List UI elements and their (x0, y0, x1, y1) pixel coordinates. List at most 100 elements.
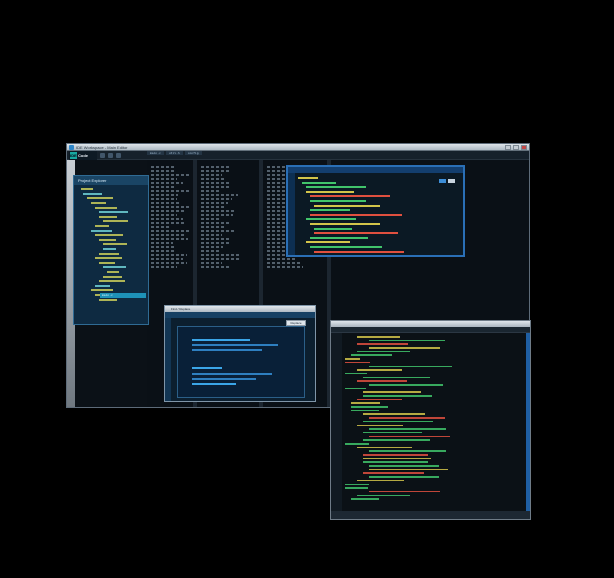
minimize-button[interactable] (505, 145, 511, 150)
tree-item-label (103, 220, 128, 223)
code-line (357, 369, 403, 371)
code-line (351, 406, 388, 408)
code-line (201, 174, 222, 176)
code-line (151, 186, 175, 188)
code-line (267, 266, 304, 268)
tree-item-label (99, 215, 117, 218)
tab-main[interactable]: main.c (147, 151, 164, 155)
main-toolbar: IDE Code (67, 150, 529, 160)
code-line (192, 383, 236, 385)
floating-editor-gutter (288, 173, 295, 255)
tree-item-label (91, 289, 113, 292)
code-line (201, 206, 226, 208)
code-line (351, 498, 380, 500)
code-line (151, 242, 173, 244)
tree-item-label (83, 192, 102, 195)
tab-util[interactable]: util.h (165, 151, 183, 155)
code-line (363, 420, 433, 423)
code-line (151, 262, 187, 264)
code-line (201, 166, 230, 168)
code-line (201, 210, 237, 212)
selected-tree-item[interactable]: main.c (100, 293, 146, 298)
code-line (345, 372, 368, 375)
code-line (201, 230, 234, 232)
code-line (151, 198, 178, 200)
code-line (192, 339, 250, 341)
code-line (151, 258, 183, 260)
code-line (310, 245, 382, 248)
close-button[interactable] (521, 145, 527, 150)
code-line (369, 347, 440, 349)
code-line (151, 206, 190, 208)
main-titlebar[interactable]: IDE Workspace - Main Editor (67, 144, 529, 151)
code-line (357, 479, 405, 482)
code-line (201, 246, 223, 248)
code-line (363, 413, 425, 416)
code-line (151, 178, 178, 180)
code-line (314, 227, 352, 230)
new-file-icon[interactable] (100, 152, 105, 158)
code-line (369, 468, 449, 471)
run-button[interactable] (439, 179, 446, 183)
code-line (151, 234, 186, 236)
dialog-toolbar (165, 312, 315, 318)
code-line (369, 450, 447, 452)
tab-config[interactable]: config (184, 151, 202, 155)
code-line (201, 226, 225, 228)
code-line (201, 198, 232, 200)
save-icon[interactable] (116, 152, 121, 158)
code-window-code[interactable] (345, 336, 452, 500)
code-line (151, 230, 189, 232)
code-line (201, 250, 221, 252)
code-line (314, 204, 380, 207)
vertical-scrollbar[interactable] (526, 333, 530, 511)
code-line (201, 218, 221, 220)
code-line (357, 380, 407, 382)
replace-button[interactable]: Replace (286, 320, 306, 326)
code-line (314, 250, 404, 253)
dialog-sidebar (165, 318, 171, 401)
code-line (192, 367, 222, 369)
code-line (151, 202, 180, 204)
tree-item-label (99, 238, 116, 241)
code-line (151, 238, 188, 240)
code-line (192, 349, 262, 351)
code-window (330, 320, 531, 520)
code-line (310, 236, 368, 239)
maximize-button[interactable] (513, 145, 519, 150)
code-line (369, 435, 450, 438)
code-line (310, 199, 366, 202)
code-line (363, 395, 432, 397)
code-line (363, 391, 421, 393)
code-line (302, 181, 336, 184)
code-line (357, 424, 404, 427)
file-tree (74, 185, 148, 302)
code-line (357, 398, 403, 401)
code-line (201, 262, 222, 264)
tree-item-label (99, 211, 128, 214)
code-line (151, 222, 185, 224)
code-line (201, 178, 225, 180)
code-line (369, 417, 446, 419)
code-line (306, 190, 354, 193)
code-line (151, 214, 177, 216)
floating-editor (286, 165, 465, 257)
code-line (151, 166, 177, 168)
options-button[interactable] (448, 179, 455, 183)
floating-editor-titlebar[interactable] (288, 167, 463, 173)
floating-editor-code[interactable] (298, 177, 404, 257)
code-line (357, 494, 410, 497)
open-folder-icon[interactable] (108, 152, 113, 158)
tree-item-label (99, 261, 115, 264)
code-line (345, 442, 369, 445)
code-line (201, 238, 232, 240)
code-line (351, 354, 392, 357)
tree-item-label (99, 280, 125, 283)
code-line (363, 439, 431, 441)
code-line (151, 254, 188, 256)
code-line (369, 476, 440, 478)
code-line (306, 218, 356, 221)
code-line (345, 483, 370, 486)
tree-item-label (91, 229, 112, 232)
